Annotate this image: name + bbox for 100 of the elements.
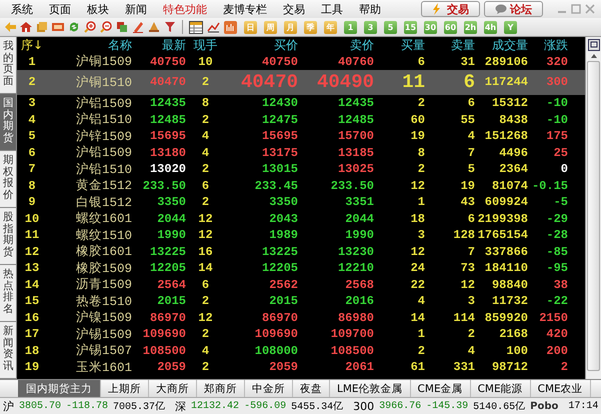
selected-row[interactable]: 2 沪铜1510 40470 2 40470 40490 11 6 117244 300	[17, 70, 585, 94]
home-icon[interactable]	[20, 21, 32, 33]
table-cell-text: 15700	[336, 129, 374, 143]
table-cell-text: 2	[200, 112, 210, 126]
table-row[interactable]: 7 沪铅1510 13020 2 13015 13025 2 5 2364 0	[17, 160, 585, 177]
table-cell-text: 2043	[268, 212, 298, 226]
column-header[interactable]: 现手	[186, 37, 225, 54]
table-cell-text: -22	[545, 294, 568, 308]
table-cell-text: 3350	[268, 195, 298, 209]
table-cell-text: 19	[410, 129, 425, 143]
table-row[interactable]: 15 热卷1510 2015 2 2015 2016 4 3 11732 -22	[17, 292, 585, 309]
table-cell-text: 6	[27, 146, 37, 160]
table-cell-text: 1989	[268, 228, 298, 242]
table-row[interactable]: 8 黄金1512 233.50 6 233.45 233.50 12 19 81074 -0.15	[17, 177, 585, 194]
table-cell-text: 0	[560, 162, 568, 176]
column-header[interactable]: 最新	[132, 37, 186, 54]
zoom-out-icon[interactable]	[100, 21, 112, 33]
menu-item[interactable]: 新闻	[118, 2, 154, 16]
table-row[interactable]: 13 橡胶1509 12205 14 12205 12210 24 73 184110 -95	[17, 260, 585, 276]
restore-icon[interactable]	[588, 39, 600, 51]
table-row[interactable]: 11 螺纹1510 1990 12 1989 1990 3 128 1765154 -28	[17, 226, 585, 243]
column-header[interactable]: 卖量	[425, 37, 475, 54]
menu-item[interactable]: 系统	[4, 2, 40, 16]
table-cell-text: 6	[416, 54, 425, 68]
column-header[interactable]: 涨跌	[528, 37, 568, 54]
table-cell-text: 11	[401, 71, 425, 93]
table-cell-text: 4	[27, 112, 37, 126]
column-header[interactable]: 序↓	[17, 37, 47, 54]
side-tab[interactable]: 我的页面	[0, 37, 17, 94]
table-row[interactable]: 5 沪锌1509 15695 4 15695 15700 19 4 151268 175	[17, 128, 585, 144]
menu-item[interactable]: 板块	[80, 2, 116, 16]
table-cell-text: 320	[545, 54, 568, 68]
column-header[interactable]: 名称	[47, 37, 132, 54]
table-cell-text: 5	[466, 162, 475, 176]
trend-chart-icon[interactable]	[207, 21, 220, 33]
table-cell-text: 117244	[484, 75, 528, 89]
column-header[interactable]: 卖价	[298, 37, 374, 54]
table-icon[interactable]	[189, 20, 203, 34]
stack-icon[interactable]	[36, 21, 48, 33]
scroll-up-icon[interactable]	[590, 53, 598, 59]
menu-item[interactable]: 页面	[42, 2, 78, 16]
brand-logo: Pobo	[530, 400, 558, 412]
table-cell-text: 300	[545, 75, 568, 89]
table-row[interactable]: 6 沪铅1509 13180 4 13175 13185 8 7 4496 25	[17, 144, 585, 160]
side-tab[interactable]: 股指期货	[0, 208, 17, 265]
table-cell-text: 2061	[344, 360, 374, 374]
menu-item[interactable]: 工具	[314, 2, 350, 16]
table-cell-text: 15695	[148, 129, 186, 143]
table-row[interactable]: 1 沪铜1509 40750 10 40750 40760 6 31 289106 320	[17, 53, 585, 70]
table-cell-text: 18	[24, 344, 40, 358]
menu-item[interactable]: 帮助	[352, 2, 388, 16]
table-cell-text: 2059	[156, 360, 186, 374]
menu-item[interactable]: 麦博专栏	[216, 2, 274, 16]
column-header[interactable]: 买价	[225, 37, 298, 54]
table-cell-text: 19	[24, 360, 40, 374]
refresh-icon[interactable]	[68, 21, 80, 33]
scrollbar-thumb[interactable]	[587, 61, 600, 371]
table-cell-text: 200	[545, 344, 568, 358]
column-header[interactable]: 买量	[374, 37, 425, 54]
menu-item[interactable]: 交易	[276, 2, 312, 16]
table-cell-text: 13180	[148, 146, 186, 160]
index-value: 3805.70	[19, 400, 62, 412]
table-cell-text: 螺纹1510	[74, 228, 132, 244]
pencil-icon[interactable]	[132, 21, 144, 33]
table-row[interactable]: 16 沪镍1509 86970 12 86970 86980 14 114 859920 2150	[17, 309, 585, 326]
table-row[interactable]: 12 橡胶1601 13225 16 13225 13230 12 7 337866 -85	[17, 243, 585, 260]
table-row[interactable]: 14 沥青1509 2564 6 2562 2568 22 12 98840 38	[17, 276, 585, 292]
table-cell-text: 16	[24, 310, 40, 324]
filter-icon[interactable]	[164, 21, 176, 33]
index-label: 300	[353, 400, 374, 412]
windows-icon[interactable]	[116, 21, 128, 33]
table-row[interactable]: 4 沪铝1510 12485 2 12475 12485 60 55 8438 -10	[17, 111, 585, 128]
side-tab[interactable]: 国内期货	[0, 94, 17, 151]
column-header[interactable]: 成交量	[475, 37, 528, 54]
table-cell-text: 13230	[336, 244, 374, 258]
table-row[interactable]: 10 螺纹1601 2044 12 2043 2044 18 6 2199398 -29	[17, 210, 585, 226]
table-row[interactable]: 19 玉米1601 2059 2 2059 2061 61 331 98712 2	[17, 358, 585, 375]
table-row[interactable]: 18 沪锡1507 108500 4 108000 108500 2 4 100 200	[17, 342, 585, 358]
turnover-amount: 5140.65亿	[473, 400, 526, 413]
table-cell-text: 4496	[498, 146, 528, 160]
market-tab[interactable]: 国内期货主力	[18, 380, 101, 397]
side-tab[interactable]: 期权报价	[0, 151, 17, 208]
table-cell-text: 2015	[156, 294, 186, 308]
menu-item[interactable]: 特色功能	[156, 2, 214, 16]
table-cell-text: -0.15	[530, 178, 568, 192]
side-tab[interactable]: 热点排名	[0, 265, 17, 322]
table-cell-text: 108500	[330, 344, 374, 358]
table-cell-text: 2	[200, 327, 210, 341]
bar-chart-icon[interactable]	[224, 20, 237, 34]
table-cell-text: 12485	[336, 112, 374, 126]
table-row[interactable]: 17 沪锡1509 109690 2 109690 109700 1 2 2168 420	[17, 326, 585, 342]
trade-button[interactable]: 交易	[421, 1, 480, 17]
table-cell-text: 175	[545, 129, 568, 143]
zoom-in-icon[interactable]	[84, 21, 96, 33]
forum-button[interactable]: 论坛	[484, 1, 543, 17]
side-tab[interactable]: 新闻资讯	[0, 322, 17, 379]
table-cell-text: -95	[545, 261, 568, 275]
table-cell-text: 12	[197, 310, 214, 324]
table-row[interactable]: 3 沪铝1509 12435 8 12430 12435 2 6 15312 -10	[17, 94, 585, 111]
table-row[interactable]: 9 白银1512 3350 2 3350 3351 1 43 609924 -5	[17, 194, 585, 210]
